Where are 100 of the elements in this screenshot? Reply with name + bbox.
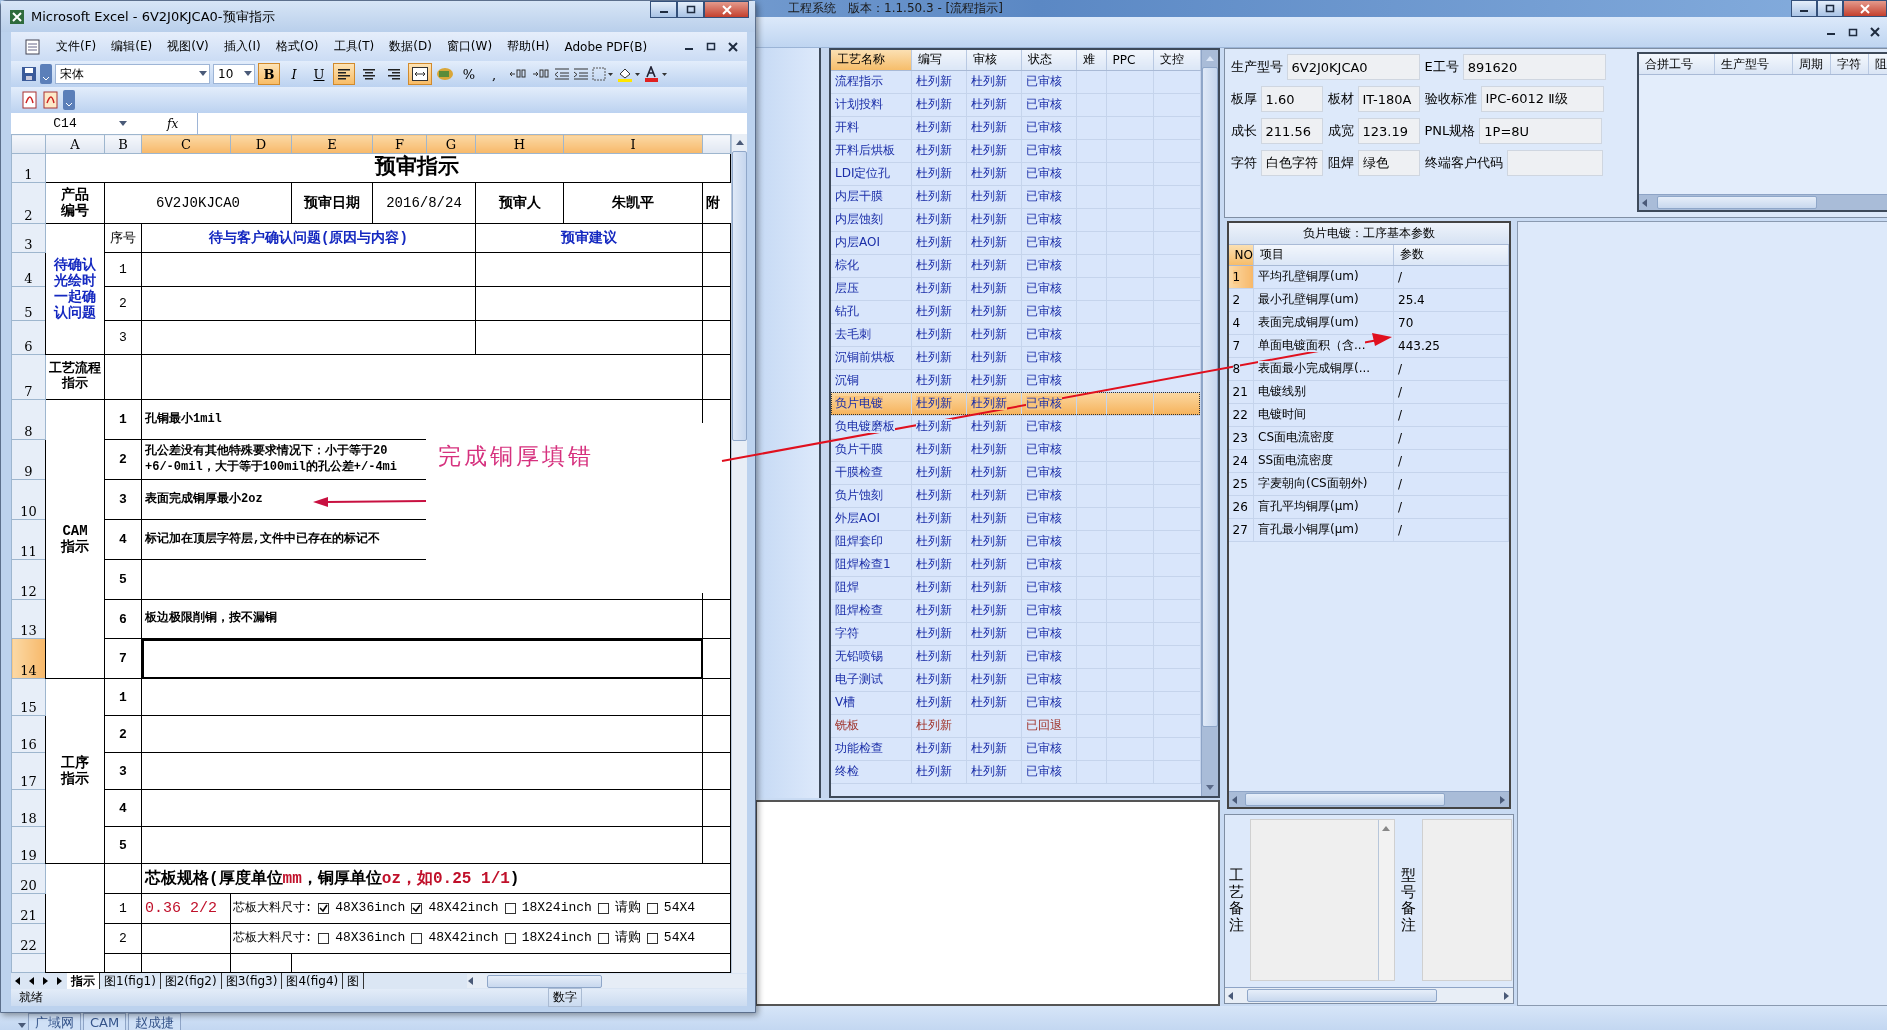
pdf-icon[interactable] bbox=[21, 91, 39, 109]
row-header[interactable]: 22 bbox=[11, 923, 46, 954]
table-row[interactable]: 阻焊套印 杜列新 杜列新 已审核 bbox=[831, 530, 1200, 553]
column-header[interactable]: C bbox=[141, 134, 231, 154]
row-header[interactable]: 9 bbox=[11, 439, 46, 480]
row-header[interactable]: 20 bbox=[11, 863, 46, 894]
text-field[interactable]: 211.56 bbox=[1260, 118, 1323, 144]
checkbox[interactable] bbox=[504, 903, 516, 914]
column-header[interactable]: D bbox=[230, 134, 292, 154]
column-header[interactable]: 工艺名称 bbox=[831, 50, 911, 70]
row-header[interactable]: 11 bbox=[11, 519, 46, 560]
menu-item[interactable]: 工具(T) bbox=[333, 38, 375, 55]
toolbar-options-icon[interactable] bbox=[40, 64, 52, 84]
menu-item[interactable]: 格式(O) bbox=[275, 38, 319, 55]
text-field[interactable]: IPC-6012 Ⅱ级 bbox=[1480, 86, 1604, 112]
table-row[interactable]: 开料 杜列新 杜列新 已审核 bbox=[831, 116, 1200, 139]
table-row[interactable]: 内层蚀刻 杜列新 杜列新 已审核 bbox=[831, 208, 1200, 231]
merge-button[interactable] bbox=[408, 63, 432, 85]
decrease-indent-icon[interactable] bbox=[554, 67, 570, 81]
column-header[interactable]: F bbox=[372, 134, 427, 154]
column-header[interactable]: 难 bbox=[1076, 50, 1106, 70]
menu-item[interactable]: 数据(D) bbox=[389, 38, 432, 55]
column-header[interactable]: B bbox=[104, 134, 142, 154]
minimize-button[interactable] bbox=[1791, 0, 1817, 17]
row-header[interactable]: 14 bbox=[11, 638, 46, 679]
checkbox[interactable] bbox=[597, 903, 609, 914]
column-header[interactable]: 编写 bbox=[911, 50, 966, 70]
menu-item[interactable]: 编辑(E) bbox=[111, 38, 153, 55]
column-header[interactable]: G bbox=[426, 134, 476, 154]
text-field[interactable]: 1.60 bbox=[1260, 86, 1323, 112]
text-field[interactable] bbox=[1506, 150, 1603, 176]
currency-icon[interactable] bbox=[435, 66, 455, 82]
horizontal-scrollbar[interactable] bbox=[1224, 987, 1513, 1003]
table-row[interactable]: 钻孔 杜列新 杜列新 已审核 bbox=[831, 300, 1200, 323]
table-row[interactable]: V槽 杜列新 杜列新 已审核 bbox=[831, 691, 1200, 714]
remark-field[interactable] bbox=[1421, 819, 1512, 981]
table-row[interactable]: 开料后烘板 杜列新 杜列新 已审核 bbox=[831, 139, 1200, 162]
row-header[interactable]: 7 bbox=[11, 354, 46, 400]
text-field[interactable]: 1P=8U bbox=[1479, 118, 1603, 144]
underline-button[interactable]: U bbox=[308, 63, 330, 85]
row-header[interactable]: 16 bbox=[11, 715, 46, 753]
menu-item[interactable]: 帮助(H) bbox=[507, 38, 550, 55]
pdf-icon[interactable] bbox=[42, 91, 60, 109]
row-header[interactable]: 8 bbox=[11, 399, 46, 440]
horizontal-scrollbar[interactable] bbox=[467, 974, 747, 988]
text-field[interactable]: 123.19 bbox=[1357, 118, 1420, 144]
menu-item[interactable]: 插入(I) bbox=[223, 38, 261, 55]
taskbar-tab[interactable]: 广域网 bbox=[28, 1013, 81, 1030]
save-icon[interactable] bbox=[21, 66, 37, 82]
row-header[interactable]: 4 bbox=[11, 252, 46, 287]
table-row[interactable]: 阻焊 杜列新 杜列新 已审核 bbox=[831, 576, 1200, 599]
horizontal-scrollbar[interactable] bbox=[1638, 194, 1887, 210]
column-header[interactable]: 参数 bbox=[1393, 245, 1508, 265]
decrease-decimal-icon[interactable] bbox=[531, 67, 551, 81]
text-field[interactable]: IT-180A bbox=[1357, 86, 1420, 112]
row-header[interactable]: 15 bbox=[11, 678, 46, 716]
text-field[interactable]: 6V2J0KJCA0 bbox=[1286, 54, 1420, 80]
row-header[interactable]: 12 bbox=[11, 559, 46, 600]
table-row[interactable]: 字符 杜列新 杜列新 已审核 bbox=[831, 622, 1200, 645]
row-header[interactable]: 2 bbox=[11, 182, 46, 224]
bold-button[interactable]: B bbox=[258, 63, 280, 85]
table-row[interactable]: 无铅喷锡 杜列新 杜列新 已审核 bbox=[831, 645, 1200, 668]
text-field[interactable]: 白色字符 bbox=[1260, 150, 1323, 176]
row-header[interactable]: 5 bbox=[11, 286, 46, 321]
checkbox[interactable] bbox=[646, 903, 658, 914]
remark-field[interactable] bbox=[1249, 819, 1395, 981]
horizontal-scrollbar[interactable] bbox=[1228, 791, 1509, 807]
selected-cell[interactable] bbox=[141, 638, 703, 679]
fill-color-icon[interactable] bbox=[617, 66, 641, 82]
table-row[interactable]: 外层AOI 杜列新 杜列新 已审核 bbox=[831, 507, 1200, 530]
checkbox[interactable] bbox=[597, 933, 609, 944]
row-header[interactable]: 1 bbox=[11, 153, 46, 183]
column-header[interactable]: H bbox=[475, 134, 564, 154]
table-row[interactable]: 阻焊检查 杜列新 杜列新 已审核 bbox=[831, 599, 1200, 622]
taskbar-tab[interactable]: 赵成捷 bbox=[128, 1013, 182, 1030]
menu-item[interactable]: 文件(F) bbox=[56, 38, 97, 55]
sheet-tab[interactable]: 指示 bbox=[67, 973, 100, 989]
column-header[interactable]: 审核 bbox=[966, 50, 1021, 70]
table-row[interactable]: 功能检查 杜列新 杜列新 已审核 bbox=[831, 737, 1200, 760]
row-header[interactable]: 3 bbox=[11, 223, 46, 253]
table-row[interactable]: 负片干膜 杜列新 杜列新 已审核 bbox=[831, 438, 1200, 461]
checkbox[interactable] bbox=[646, 933, 658, 944]
table-row[interactable]: 铣板 杜列新 已回退 bbox=[831, 714, 1200, 737]
checkbox[interactable] bbox=[504, 933, 516, 944]
table-row[interactable]: 终检 杜列新 杜列新 已审核 bbox=[831, 760, 1200, 783]
table-row[interactable]: 负电镀磨板 杜列新 杜列新 已审核 bbox=[831, 415, 1200, 438]
checkbox[interactable] bbox=[411, 933, 423, 944]
table-row[interactable]: 阻焊检查1 杜列新 杜列新 已审核 bbox=[831, 553, 1200, 576]
maximize-button[interactable] bbox=[1817, 0, 1843, 17]
column-header[interactable]: I bbox=[563, 134, 703, 154]
increase-decimal-icon[interactable] bbox=[508, 67, 528, 81]
column-header[interactable]: 文控 bbox=[1153, 50, 1200, 70]
italic-button[interactable]: I bbox=[283, 63, 305, 85]
column-header[interactable]: A bbox=[45, 134, 105, 154]
row-header[interactable]: 21 bbox=[11, 893, 46, 924]
column-header[interactable]: 合拼工号 bbox=[1638, 54, 1715, 74]
column-header[interactable]: 项目 bbox=[1253, 245, 1394, 265]
text-field[interactable]: 绿色 bbox=[1357, 150, 1420, 176]
table-row[interactable]: 电子测试 杜列新 杜列新 已审核 bbox=[831, 668, 1200, 691]
taskbar-tab[interactable]: CAM bbox=[83, 1013, 127, 1030]
